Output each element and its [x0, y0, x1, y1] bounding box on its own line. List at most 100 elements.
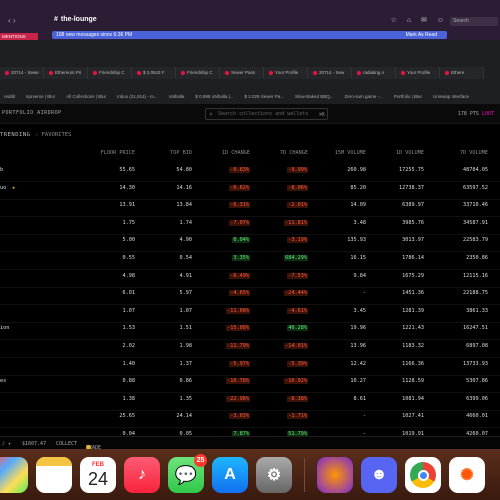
browser-tab[interactable]: 20714 - Sewe [0, 67, 44, 79]
volume-15m-cell: - [362, 290, 366, 297]
slack-search-input[interactable]: Search [450, 17, 498, 26]
bookmark-item[interactable]: Slow-Baked BBQ... [291, 92, 338, 102]
browser-tab[interactable]: 20714 - Sew [308, 67, 352, 79]
volume-1d-cell: 1675.29 [402, 272, 424, 279]
change-7d-cell: 40.28% [287, 325, 308, 332]
top-bid-cell: 0.54 [179, 255, 193, 261]
browser-tab[interactable]: Ethereum Pri [44, 67, 88, 79]
browser-tab[interactable]: Ethere [440, 67, 484, 79]
mark-read-button[interactable]: Mark As Read [406, 31, 437, 39]
change-1d-cell: -6.31% [229, 202, 250, 209]
firefox-icon[interactable] [317, 457, 353, 493]
favorite-star-icon[interactable]: ★ [12, 185, 15, 191]
browser-tab[interactable]: Your Profile [396, 67, 440, 79]
favicon-icon [225, 70, 229, 75]
change-7d-cell: -9.99% [287, 167, 308, 173]
change-1d-cell: -0.83% [229, 167, 250, 173]
browser-tab[interactable]: $ 2,0543 F [132, 67, 176, 79]
points-accent[interactable]: LOOT [482, 111, 494, 117]
messages-icon[interactable]: 💬 25 [168, 454, 207, 493]
browser-tab[interactable]: radiating o [352, 67, 396, 79]
col-1d-change[interactable]: 1D CHANGE [222, 150, 250, 156]
tab-trending[interactable]: TRENDING [0, 132, 31, 138]
tab-label: $ 2,0543 F [143, 70, 165, 75]
tab-favorites[interactable]: ☆ FAVORITES [35, 132, 71, 138]
change-7d-cell: -14.01% [284, 343, 308, 349]
floor-price-cell: 5.00 [122, 237, 136, 244]
star-outline-icon: ☆ [35, 132, 39, 138]
app-header: PORTFOLIO AIRDROP ⌕ Search collections a… [0, 104, 500, 124]
col-1d-volume[interactable]: 1D VOLUME [396, 150, 424, 156]
bookmark-item[interactable]: Uniswap Interface [429, 92, 473, 102]
collect-button[interactable]: COLLECT [56, 441, 77, 447]
floor-price-cell: 0.55 [122, 255, 136, 261]
bookmark-item[interactable]: Zero-sum game -... [341, 92, 387, 102]
collection-search-input[interactable]: ⌕ Search collections and wallets ⌘K [205, 108, 328, 120]
change-1d-cell: -4.65% [229, 290, 250, 297]
browser-tab[interactable]: Friendship C [176, 67, 220, 79]
volume-15m-cell: 12.42 [350, 360, 366, 367]
col-floor-price[interactable]: FLOOR PRICE [101, 150, 135, 156]
top-bid-cell: 5.97 [179, 290, 193, 297]
nav-arrows-icon[interactable]: ‹ › [8, 16, 16, 25]
top-bid-cell: 4.91 [179, 272, 193, 279]
new-messages-banner[interactable]: 108 new messages since 6:36 PM Mark As R… [52, 31, 447, 39]
launchpad-icon[interactable] [0, 457, 28, 493]
bookmark-item[interactable]: kprverse | Blur [22, 92, 59, 102]
top-bid-cell: 0.86 [179, 378, 193, 385]
tab-strip: 20714 - Sewe Ethereum Pri Friendship C $ 2,… [0, 67, 500, 79]
volume-15m-cell: - [362, 413, 366, 420]
floor-price-cell: 55.65 [119, 167, 135, 173]
bookmark-item[interactable]: Valhalla [165, 92, 189, 102]
bookmark-item[interactable]: $ 2.029 Sewer Pa... [240, 92, 288, 102]
volume-7d-cell: 22188.75 [463, 290, 488, 297]
social-icons[interactable]: ♪ ✦ [2, 441, 11, 447]
messages-badge: 25 [194, 454, 207, 467]
col-7d-volume[interactable]: 7D VOLUME [460, 150, 488, 156]
volume-1d-cell: 1128.59 [402, 378, 424, 385]
bookmarks-bar: reddit kprverse | Blur All Collections | B… [0, 92, 500, 102]
top-bid-cell: 1.51 [179, 325, 193, 332]
change-7d-cell: -2.01% [287, 202, 308, 209]
search-icon: ⌕ [209, 111, 213, 118]
browser-tab[interactable]: Friendship C [88, 67, 132, 79]
top-nav[interactable]: PORTFOLIO AIRDROP [2, 110, 62, 116]
status-bar: ♪ ✦ $1607.47 COLLECT TRADE [0, 436, 500, 451]
floor-price-cell: 1.40 [122, 360, 136, 367]
chrome-icon[interactable] [405, 457, 441, 493]
top-bid-cell: 14.16 [176, 184, 192, 191]
discord-icon[interactable]: ☻ [361, 457, 397, 493]
calendar-icon[interactable]: FEB 24 [80, 457, 116, 493]
channel-header[interactable]: # the-lounge [54, 16, 97, 23]
volume-15m-cell: 9.84 [353, 272, 367, 279]
bookmark-item[interactable]: Portfolio | Blur [390, 92, 426, 102]
bookmark-item[interactable]: Inbox (21,814) - m... [113, 92, 162, 102]
tab-label: Your Profile [407, 70, 431, 75]
app-store-icon[interactable]: A [212, 457, 248, 493]
change-1d-cell: -10.78% [226, 378, 250, 385]
bookmark-item[interactable]: All Collections | Blur [62, 92, 110, 102]
browser-tab[interactable]: Sewer Pass [220, 67, 264, 79]
favicon-icon [269, 70, 273, 75]
steelseries-icon[interactable]: ✺ [449, 457, 485, 493]
floor-price-cell: 2.02 [122, 343, 136, 349]
browser-tab[interactable]: Your Profile [264, 67, 308, 79]
top-bid-cell: 1.98 [179, 343, 193, 349]
col-top-bid[interactable]: TOP BID [170, 150, 192, 156]
col-7d-change[interactable]: 7D CHANGE [280, 150, 308, 156]
system-settings-icon[interactable]: ⚙ [256, 457, 292, 493]
volume-1d-cell: 1081.94 [402, 395, 424, 402]
floor-price-cell: 14.30 [119, 184, 135, 191]
bookmark-item[interactable]: $ 0.995 Valhalla |... [191, 92, 237, 102]
notes-icon[interactable] [36, 457, 72, 493]
volume-15m-cell: 16.15 [350, 255, 366, 261]
list-tabs: TRENDING ☆ FAVORITES [0, 124, 500, 146]
slack-toolbar-icons[interactable]: ☆ ⌂ ✉ ☺ [391, 16, 448, 24]
mentions-tab[interactable]: MENTIONS [0, 33, 38, 40]
col-15m-volume[interactable]: 15M VOLUME [335, 150, 366, 156]
floor-price-cell: 25.65 [119, 413, 135, 420]
bookmark-item[interactable]: reddit [0, 92, 19, 102]
shortcut-hint: ⌘K [318, 112, 325, 118]
change-7d-cell: -11.81% [284, 219, 308, 226]
music-icon[interactable]: ♪ [124, 457, 160, 493]
